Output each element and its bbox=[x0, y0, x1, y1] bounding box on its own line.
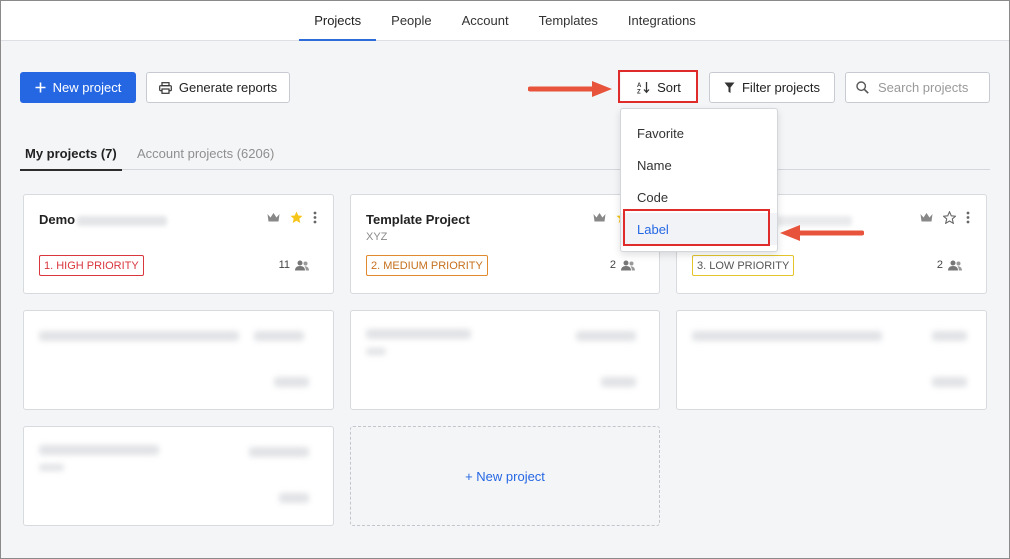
tab-my-projects[interactable]: My projects (7) bbox=[20, 146, 122, 171]
blurred-text bbox=[77, 215, 168, 226]
project-card-demo[interactable]: Demo 1. HIGH PRIORITY 11 bbox=[23, 194, 334, 294]
generate-reports-label: Generate reports bbox=[178, 80, 278, 95]
sort-highlight-box bbox=[618, 70, 698, 103]
member-count: 2 bbox=[937, 259, 962, 271]
search-input[interactable] bbox=[878, 80, 988, 95]
blurred-text bbox=[39, 464, 64, 471]
people-icon bbox=[948, 260, 962, 270]
people-icon bbox=[295, 260, 309, 270]
search-icon bbox=[856, 81, 869, 94]
blurred-text bbox=[39, 445, 159, 455]
member-count: 11 bbox=[279, 259, 309, 271]
project-card-blurred[interactable] bbox=[350, 310, 660, 410]
new-project-card[interactable]: + New project bbox=[350, 426, 660, 526]
filter-icon bbox=[724, 82, 735, 93]
priority-badge: 1. HIGH PRIORITY bbox=[39, 255, 144, 276]
member-count-value: 2 bbox=[936, 259, 943, 271]
blurred-text bbox=[254, 331, 304, 341]
project-card-blurred[interactable] bbox=[23, 426, 334, 526]
people-icon bbox=[621, 260, 635, 270]
project-subtabs: My projects (7) Account projects (6206) bbox=[20, 141, 990, 171]
tab-account[interactable]: Account bbox=[447, 1, 524, 40]
project-title: Template Project bbox=[366, 212, 470, 227]
crown-icon[interactable] bbox=[920, 212, 933, 223]
member-count-value: 11 bbox=[278, 259, 290, 271]
project-card-blurred[interactable] bbox=[676, 310, 987, 410]
search-box[interactable] bbox=[845, 72, 990, 103]
priority-badge: 2. MEDIUM PRIORITY bbox=[366, 255, 488, 276]
project-title: Demo bbox=[39, 212, 168, 227]
blurred-text bbox=[692, 331, 882, 341]
blurred-text bbox=[576, 331, 636, 341]
blurred-text bbox=[932, 377, 967, 387]
sort-option-favorite[interactable]: Favorite bbox=[621, 117, 777, 149]
tab-account-projects[interactable]: Account projects (6206) bbox=[137, 146, 274, 161]
top-nav: Projects People Account Templates Integr… bbox=[1, 1, 1009, 41]
tab-projects[interactable]: Projects bbox=[299, 1, 377, 41]
blurred-text bbox=[601, 377, 636, 387]
blurred-text bbox=[279, 493, 309, 503]
blurred-text bbox=[274, 377, 309, 387]
arrow-to-label-icon bbox=[780, 225, 864, 241]
more-vertical-icon[interactable] bbox=[966, 211, 970, 224]
tab-integrations[interactable]: Integrations bbox=[613, 1, 711, 40]
star-filled-icon[interactable] bbox=[290, 211, 303, 224]
tab-people[interactable]: People bbox=[376, 1, 446, 40]
label-highlight-box bbox=[623, 209, 770, 246]
blurred-text bbox=[366, 348, 386, 355]
crown-icon[interactable] bbox=[593, 212, 606, 223]
project-card-blurred[interactable] bbox=[23, 310, 334, 410]
arrow-to-sort-icon bbox=[528, 81, 612, 97]
filter-projects-button[interactable]: Filter projects bbox=[709, 72, 835, 103]
priority-badge: 3. LOW PRIORITY bbox=[692, 255, 795, 276]
new-project-label: New project bbox=[52, 80, 122, 95]
filter-projects-label: Filter projects bbox=[741, 80, 821, 95]
blurred-text bbox=[249, 447, 309, 457]
project-card-template[interactable]: Template Project XYZ 2. MEDIUM PRIORITY … bbox=[350, 194, 660, 294]
star-outline-icon[interactable] bbox=[943, 211, 956, 224]
tab-templates[interactable]: Templates bbox=[524, 1, 613, 40]
plus-icon bbox=[35, 82, 46, 93]
member-count-value: 2 bbox=[609, 259, 616, 271]
project-code: XYZ bbox=[366, 231, 388, 243]
blurred-text bbox=[932, 331, 967, 341]
generate-reports-button[interactable]: Generate reports bbox=[146, 72, 290, 103]
printer-icon bbox=[158, 81, 172, 94]
sort-option-name[interactable]: Name bbox=[621, 149, 777, 181]
more-vertical-icon[interactable] bbox=[313, 211, 317, 224]
member-count: 2 bbox=[610, 259, 635, 271]
project-title-text: Demo bbox=[39, 212, 76, 227]
new-project-button[interactable]: New project bbox=[20, 72, 136, 103]
blurred-text bbox=[366, 329, 471, 339]
blurred-text bbox=[39, 331, 239, 341]
crown-icon[interactable] bbox=[267, 212, 280, 223]
